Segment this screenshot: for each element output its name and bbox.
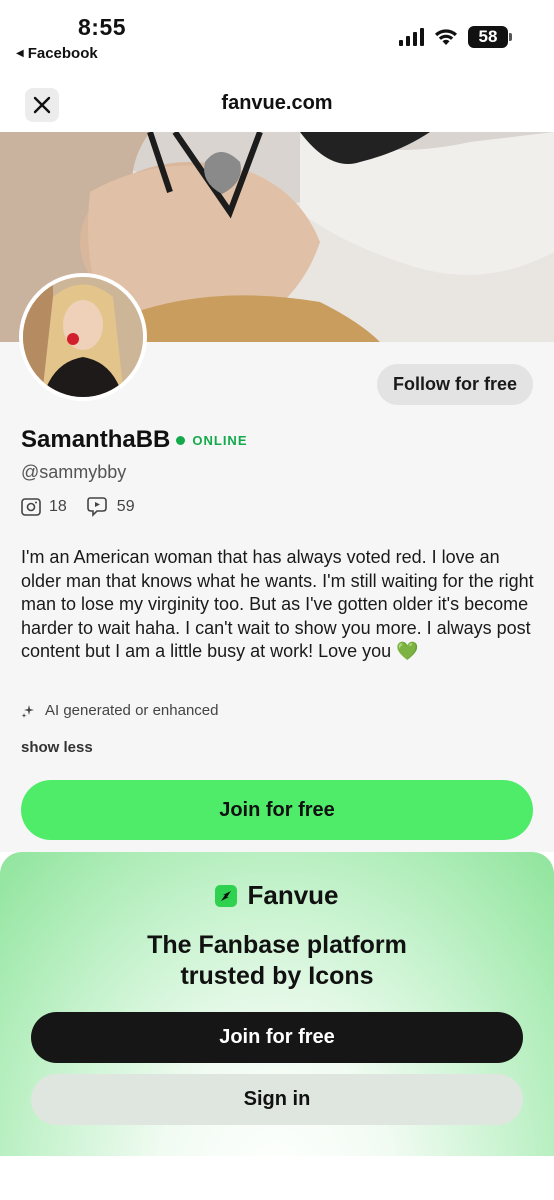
media-stats: 18 59 — [21, 497, 135, 517]
sparkle-icon — [21, 704, 34, 718]
photo-icon — [21, 498, 41, 516]
promo-tagline: The Fanbase platform trusted by Icons — [0, 930, 554, 992]
ai-disclosure: AI generated or enhanced — [21, 702, 218, 719]
profile-handle: @sammybby — [21, 462, 127, 482]
url-label: fanvue.com — [221, 92, 333, 114]
video-icon — [86, 497, 107, 517]
battery-level: 58 — [478, 27, 498, 46]
back-arrow-icon: ◀ — [16, 48, 24, 59]
back-app-label: Facebook — [27, 45, 98, 62]
tagline-line-2: trusted by Icons — [180, 962, 374, 990]
brand-name: Fanvue — [247, 880, 339, 910]
status-indicators: 58 — [399, 26, 512, 48]
sign-in-button[interactable]: Sign in — [31, 1074, 523, 1125]
wifi-icon — [435, 29, 457, 45]
fanvue-logo-icon — [215, 884, 238, 907]
profile-name: SamanthaBB — [21, 426, 171, 453]
online-status-dot — [176, 435, 186, 445]
battery-icon: 58 — [468, 26, 512, 48]
video-count: 59 — [116, 498, 135, 515]
back-to-app-button[interactable]: ◀ Facebook — [16, 45, 98, 62]
photo-count-stat: 18 — [21, 498, 67, 516]
clock: 8:55 — [78, 14, 127, 40]
video-count-stat: 59 — [86, 497, 135, 517]
profile-bio: I'm an American woman that has always vo… — [21, 547, 534, 661]
avatar[interactable] — [19, 273, 147, 401]
page-bottom — [0, 1156, 554, 1200]
photo-count: 18 — [49, 498, 67, 515]
cellular-signal-icon — [399, 28, 424, 46]
join-for-free-button[interactable]: Join for free — [21, 780, 533, 840]
ai-disclosure-label: AI generated or enhanced — [45, 702, 219, 719]
follow-button[interactable]: Follow for free — [376, 364, 533, 405]
show-less-link[interactable]: show less — [21, 739, 93, 756]
browser-header: fanvue.com — [0, 70, 554, 132]
online-status-label: ONLINE — [192, 432, 248, 448]
name-row: SamanthaBB ONLINE — [21, 426, 248, 454]
tagline-line-1: The Fanbase platform — [147, 931, 407, 959]
promo-join-button[interactable]: Join for free — [31, 1012, 523, 1063]
status-bar: 8:55 ◀ Facebook 58 — [0, 0, 554, 70]
brand-row: Fanvue — [0, 880, 554, 911]
